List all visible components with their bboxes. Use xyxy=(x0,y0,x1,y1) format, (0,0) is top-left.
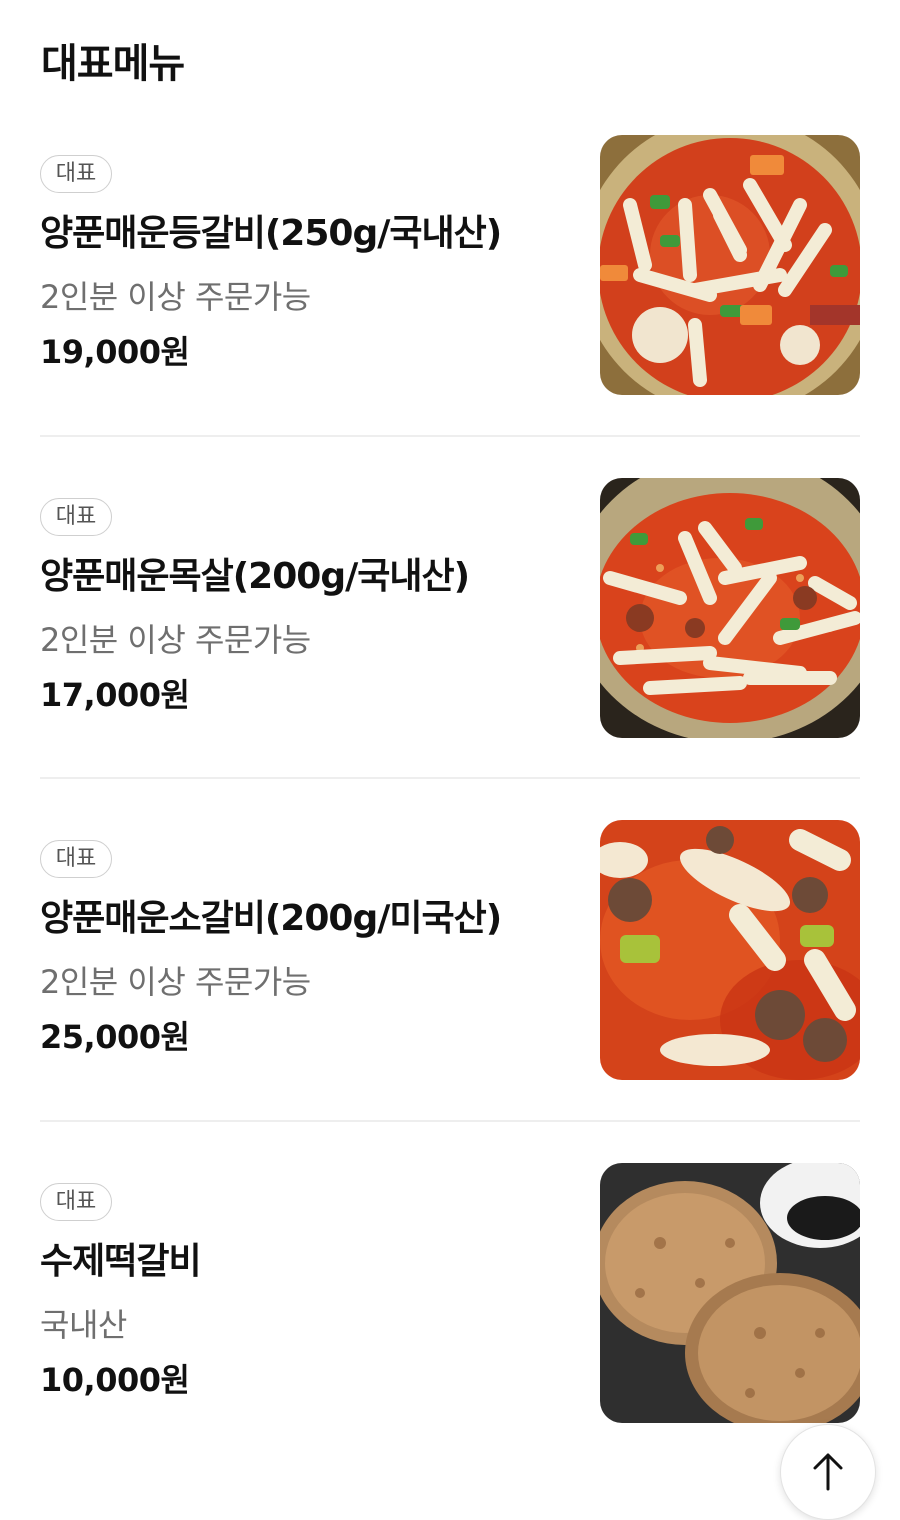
menu-item-description: 2인분 이상 주문가능 xyxy=(40,278,311,316)
menu-item-name: 수제떡갈비 xyxy=(40,1241,202,1282)
menu-item-photo[interactable] xyxy=(600,820,860,1080)
menu-item-description: 2인분 이상 주문가능 xyxy=(40,621,311,659)
menu-item-photo[interactable] xyxy=(600,135,860,395)
tteokgalbi-photo xyxy=(600,1163,860,1423)
menu-item-name: 양푼매운소갈비(200g/미국산) xyxy=(40,898,502,939)
menu-item-photo[interactable] xyxy=(600,1163,860,1423)
menu-item-price: 10,000원 xyxy=(40,1361,190,1399)
menu-item[interactable]: 대표 양푼매운등갈비(250g/국내산) 2인분 이상 주문가능 19,000원 xyxy=(40,135,860,395)
spicy-stew-photo xyxy=(600,135,860,395)
menu-item-description: 2인분 이상 주문가능 xyxy=(40,963,311,1001)
scroll-to-top-button[interactable] xyxy=(780,1424,876,1520)
spicy-stew-photo xyxy=(600,478,860,738)
menu-item-price: 25,000원 xyxy=(40,1018,190,1056)
menu-item-photo[interactable] xyxy=(600,478,860,738)
menu-item-price: 19,000원 xyxy=(40,333,190,371)
menu-divider xyxy=(40,1120,860,1122)
signature-badge: 대표 xyxy=(40,155,112,193)
section-title: 대표메뉴 xyxy=(41,41,185,87)
menu-item[interactable]: 대표 수제떡갈비 국내산 10,000원 xyxy=(40,1163,860,1423)
menu-divider xyxy=(40,777,860,779)
spicy-stew-photo xyxy=(600,820,860,1080)
menu-item-name: 양푼매운등갈비(250g/국내산) xyxy=(40,213,502,254)
menu-item-name: 양푼매운목살(200g/국내산) xyxy=(40,556,470,597)
signature-badge: 대표 xyxy=(40,840,112,878)
menu-item[interactable]: 대표 양푼매운목살(200g/국내산) 2인분 이상 주문가능 17,000원 xyxy=(40,478,860,738)
menu-item-description: 국내산 xyxy=(40,1306,127,1344)
signature-badge: 대표 xyxy=(40,498,112,536)
menu-divider xyxy=(40,435,860,437)
menu-item-price: 17,000원 xyxy=(40,676,190,714)
signature-badge: 대표 xyxy=(40,1183,112,1221)
menu-item[interactable]: 대표 양푼매운소갈비(200g/미국산) 2인분 이상 주문가능 25,000원 xyxy=(40,820,860,1080)
arrow-up-icon xyxy=(813,1453,843,1491)
